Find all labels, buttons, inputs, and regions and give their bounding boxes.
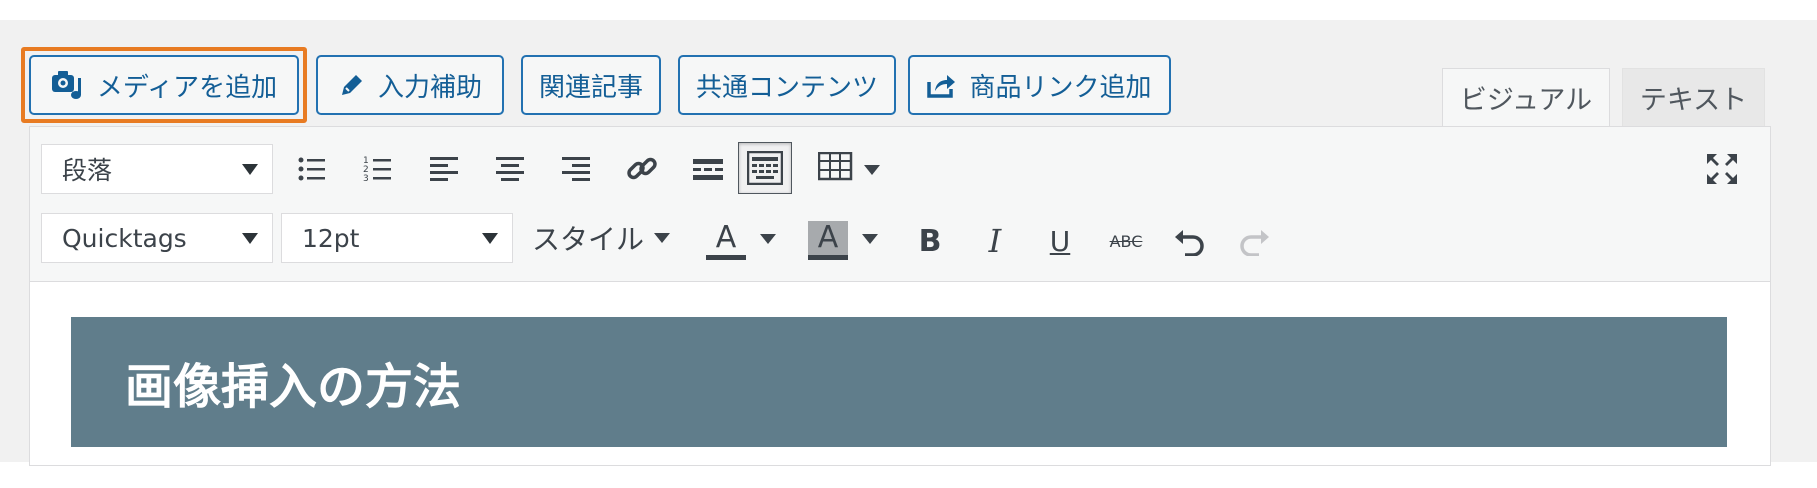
table-button[interactable] [814,147,884,187]
related-posts-label: 関連記事 [538,72,643,103]
input-assist-label: 入力補助 [377,72,482,103]
share-icon [927,75,956,98]
undo-button[interactable] [1170,221,1210,261]
tab-visual-label: ビジュアル [1459,85,1593,116]
chevron-down-icon [862,234,878,244]
pencil-icon [341,75,362,95]
add-media-highlight [21,47,307,123]
table-icon [818,152,853,181]
chevron-down-icon [654,233,671,243]
underline-icon: U [1049,224,1071,258]
align-right-button[interactable] [556,149,596,189]
content-heading[interactable]: 画像挿入の方法 [71,317,1727,447]
text-color-swatch [706,254,746,260]
italic-icon: I [988,222,1002,260]
fullscreen-icon [1707,154,1737,184]
bg-color-swatch [808,254,848,260]
quicktags-select[interactable]: Quicktags [41,213,273,263]
align-center-icon [496,157,524,181]
bullet-list-button[interactable] [292,149,332,189]
more-tag-icon [693,159,723,180]
common-content-label: 共通コンテンツ [695,72,878,103]
style-menu-label: スタイル [532,223,645,256]
align-center-button[interactable] [490,149,530,189]
chevron-down-icon [242,164,258,175]
bold-button[interactable]: B [910,221,950,261]
tab-text[interactable]: テキスト [1622,68,1765,126]
bg-color-dropdown[interactable] [860,231,880,247]
toolbar-toggle-icon [747,151,783,185]
format-select-value: 段落 [62,156,113,185]
background-color-button[interactable]: A [808,215,848,265]
style-menu[interactable]: スタイル [532,215,682,261]
svg-text:3: 3 [363,174,369,184]
format-select[interactable]: 段落 [41,144,273,194]
text-color-label: A [715,219,737,255]
toolbar-toggle-button[interactable] [738,142,792,194]
numbered-list-button[interactable]: 1 2 3 [358,149,398,189]
table-chevron-down-icon [864,165,880,175]
font-size-select[interactable]: 12pt [281,213,513,263]
redo-icon [1240,230,1269,256]
text-color-button[interactable]: A [706,215,746,265]
insert-link-button[interactable] [622,149,662,189]
read-more-button[interactable] [688,149,728,189]
editor-toolbar: 段落 1 2 3 Quicktags 12pt スタイル A A B I U A… [30,127,1770,282]
numbered-list-icon: 1 2 3 [363,156,391,184]
quicktags-select-value: Quicktags [62,223,187,253]
align-left-button[interactable] [424,149,464,189]
text-color-dropdown[interactable] [758,231,778,247]
undo-icon [1175,230,1204,256]
chevron-down-icon [760,234,776,244]
related-posts-button[interactable]: 関連記事 [521,55,661,115]
underline-button[interactable]: U [1040,221,1080,261]
align-left-icon [430,157,458,181]
add-product-link-button[interactable]: 商品リンク追加 [908,55,1171,115]
editor-frame: 段落 1 2 3 Quicktags 12pt スタイル A A B I U A… [29,126,1771,466]
tab-text-label: テキスト [1639,85,1748,116]
link-icon [627,157,657,180]
chevron-down-icon [242,233,258,244]
strikethrough-icon: ABC [1109,231,1143,251]
strikethrough-button[interactable]: ABC [1102,221,1150,261]
fullscreen-button[interactable] [1702,149,1742,189]
tab-visual[interactable]: ビジュアル [1442,68,1610,126]
bg-color-label: A [808,220,848,255]
bullet-list-icon [298,157,325,181]
align-right-icon [562,157,590,181]
input-assist-button[interactable]: 入力補助 [316,55,504,115]
redo-button[interactable] [1234,221,1274,261]
content-heading-text: 画像挿入の方法 [125,359,462,415]
italic-button[interactable]: I [975,221,1015,261]
font-size-select-value: 12pt [302,223,360,253]
common-content-button[interactable]: 共通コンテンツ [678,55,896,115]
add-product-link-label: 商品リンク追加 [969,72,1152,103]
bold-icon: B [918,223,942,259]
chevron-down-icon [482,233,498,244]
